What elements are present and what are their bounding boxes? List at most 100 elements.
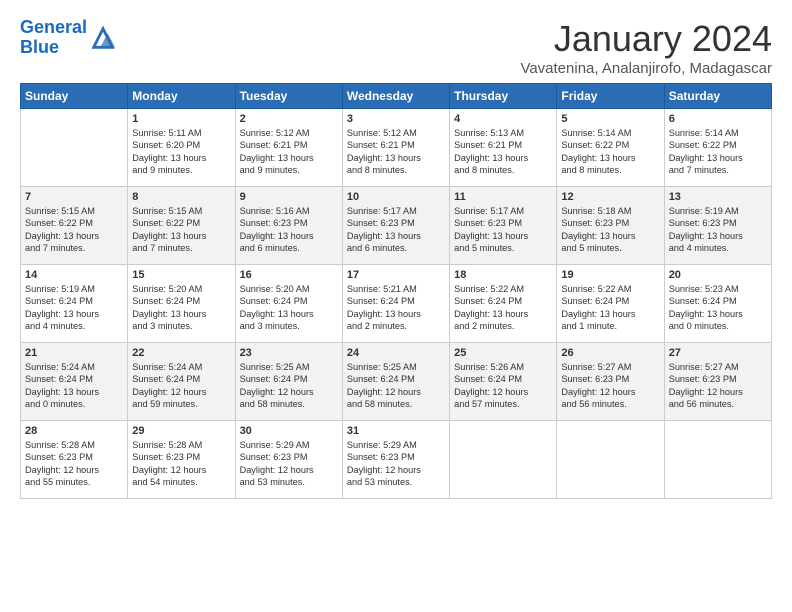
cell-content: Sunrise: 5:17 AMSunset: 6:23 PMDaylight:…: [454, 205, 552, 255]
cell-content: Sunrise: 5:29 AMSunset: 6:23 PMDaylight:…: [240, 439, 338, 489]
cell-line: Sunset: 6:24 PM: [240, 296, 308, 306]
table-row: 8Sunrise: 5:15 AMSunset: 6:22 PMDaylight…: [128, 187, 235, 265]
cell-line: and 7 minutes.: [25, 243, 85, 253]
table-row: 11Sunrise: 5:17 AMSunset: 6:23 PMDayligh…: [450, 187, 557, 265]
cell-line: Sunrise: 5:22 AM: [561, 284, 631, 294]
cell-line: Sunset: 6:23 PM: [347, 452, 415, 462]
table-row: 23Sunrise: 5:25 AMSunset: 6:24 PMDayligh…: [235, 343, 342, 421]
cell-content: Sunrise: 5:24 AMSunset: 6:24 PMDaylight:…: [25, 361, 123, 411]
cell-line: Daylight: 13 hours: [561, 309, 635, 319]
cell-line: Daylight: 12 hours: [240, 465, 314, 475]
cell-line: Sunset: 6:21 PM: [454, 140, 522, 150]
cell-line: Daylight: 12 hours: [347, 387, 421, 397]
cell-line: Daylight: 13 hours: [347, 231, 421, 241]
header-row: General Blue January 2024 Vavatenina, An…: [20, 18, 772, 77]
cell-content: Sunrise: 5:17 AMSunset: 6:23 PMDaylight:…: [347, 205, 445, 255]
cell-content: Sunrise: 5:15 AMSunset: 6:22 PMDaylight:…: [25, 205, 123, 255]
day-number: 29: [132, 425, 230, 437]
day-number: 22: [132, 347, 230, 359]
table-row: [664, 421, 771, 499]
logo: General Blue: [20, 18, 117, 58]
table-row: 14Sunrise: 5:19 AMSunset: 6:24 PMDayligh…: [21, 265, 128, 343]
cell-line: and 3 minutes.: [240, 321, 300, 331]
table-row: 10Sunrise: 5:17 AMSunset: 6:23 PMDayligh…: [342, 187, 449, 265]
table-row: 21Sunrise: 5:24 AMSunset: 6:24 PMDayligh…: [21, 343, 128, 421]
cell-line: and 53 minutes.: [240, 477, 305, 487]
cell-content: Sunrise: 5:22 AMSunset: 6:24 PMDaylight:…: [561, 283, 659, 333]
table-row: 30Sunrise: 5:29 AMSunset: 6:23 PMDayligh…: [235, 421, 342, 499]
day-number: 23: [240, 347, 338, 359]
cell-content: Sunrise: 5:28 AMSunset: 6:23 PMDaylight:…: [25, 439, 123, 489]
day-number: 13: [669, 191, 767, 203]
cell-line: Sunrise: 5:18 AM: [561, 206, 631, 216]
day-number: 24: [347, 347, 445, 359]
cell-content: Sunrise: 5:12 AMSunset: 6:21 PMDaylight:…: [240, 127, 338, 177]
cell-line: Daylight: 13 hours: [347, 309, 421, 319]
day-number: 31: [347, 425, 445, 437]
day-number: 6: [669, 113, 767, 125]
cell-content: Sunrise: 5:12 AM Sunset: 6:21 PM Daylight:…: [347, 127, 445, 177]
table-row: 12 Sunrise: 5:18 AMSunset: 6:23 PMDayligh…: [557, 187, 664, 265]
cell-line: Sunrise: 5:15 AM: [132, 206, 202, 216]
cell-line: Sunrise: 5:25 AM: [240, 362, 310, 372]
cell-line: and 55 minutes.: [25, 477, 90, 487]
cell-line: Sunrise: 5:15 AM: [25, 206, 95, 216]
table-row: 24Sunrise: 5:25 AMSunset: 6:24 PMDayligh…: [342, 343, 449, 421]
cell-line: and 7 minutes.: [132, 243, 192, 253]
cell-line: Daylight: 13 hours: [25, 309, 99, 319]
logo-general: General: [20, 17, 87, 37]
cell-line: Sunrise: 5:13 AM: [454, 128, 524, 138]
cell-line: Sunrise: 5:24 AM: [132, 362, 202, 372]
cell-line: Sunrise: 5:27 AM: [561, 362, 631, 372]
calendar-table: Sunday Monday Tuesday Wednesday Thursday…: [20, 83, 772, 499]
cell-line: Sunrise: 5:29 AM: [347, 440, 417, 450]
cell-line: and 58 minutes.: [347, 399, 412, 409]
cell-line: and 4 minutes.: [669, 243, 729, 253]
cell-content: Sunrise: 5:18 AMSunset: 6:23 PMDaylight:…: [561, 205, 659, 255]
cell-line: and 58 minutes.: [240, 399, 305, 409]
page: General Blue January 2024 Vavatenina, An…: [0, 0, 792, 509]
cell-line: Sunset: 6:24 PM: [25, 296, 93, 306]
cell-line: Daylight: 13 hours: [240, 231, 314, 241]
cell-line: Daylight: 12 hours: [25, 465, 99, 475]
cell-line: and 53 minutes.: [347, 477, 412, 487]
cell-line: and 3 minutes.: [132, 321, 192, 331]
day-number: 25: [454, 347, 552, 359]
table-row: 31Sunrise: 5:29 AMSunset: 6:23 PMDayligh…: [342, 421, 449, 499]
cell-line: Daylight: 13 hours: [240, 309, 314, 319]
cell-line: Daylight: 13 hours: [347, 153, 421, 163]
cell-line: Sunset: 6:24 PM: [132, 374, 200, 384]
cell-line: Sunset: 6:23 PM: [347, 218, 415, 228]
table-row: 29Sunrise: 5:28 AMSunset: 6:23 PMDayligh…: [128, 421, 235, 499]
cell-line: Sunrise: 5:14 AM: [561, 128, 631, 138]
cell-line: Sunrise: 5:23 AM: [669, 284, 739, 294]
day-number: 16: [240, 269, 338, 281]
day-number: 18: [454, 269, 552, 281]
cell-line: Sunset: 6:24 PM: [240, 374, 308, 384]
cell-line: Sunrise: 5:24 AM: [25, 362, 95, 372]
day-number: 12: [561, 191, 659, 203]
cell-line: Sunset: 6:22 PM: [132, 218, 200, 228]
day-number: 5: [561, 113, 659, 125]
cell-content: Sunrise: 5:27 AMSunset: 6:23 PMDaylight:…: [669, 361, 767, 411]
day-number: 8: [132, 191, 230, 203]
cell-line: Sunrise: 5:25 AM: [347, 362, 417, 372]
cell-line: Sunset: 6:21 PM: [347, 140, 415, 150]
col-sunday: Sunday: [21, 84, 128, 109]
cell-line: and 9 minutes.: [240, 165, 300, 175]
cell-line: and 4 minutes.: [25, 321, 85, 331]
cell-line: Sunrise: 5:11 AM: [132, 128, 201, 138]
calendar-week-1: 1Sunrise: 5:11 AMSunset: 6:20 PMDaylight…: [21, 109, 772, 187]
cell-line: Sunset: 6:23 PM: [561, 374, 629, 384]
cell-line: Daylight: 13 hours: [561, 153, 635, 163]
cell-content: Sunrise: 5:19 AM Sunset: 6:24 PM Daylight:…: [25, 283, 123, 333]
cell-line: Daylight: 13 hours: [454, 231, 528, 241]
cell-line: Daylight: 12 hours: [669, 387, 743, 397]
cell-line: Sunrise: 5:12 AM: [347, 128, 417, 138]
cell-line: and 8 minutes.: [347, 165, 407, 175]
table-row: 25Sunrise: 5:26 AMSunset: 6:24 PMDayligh…: [450, 343, 557, 421]
day-number: 9: [240, 191, 338, 203]
logo-text: General Blue: [20, 18, 87, 58]
cell-line: Sunset: 6:24 PM: [132, 296, 200, 306]
cell-line: Sunrise: 5:19 AM: [25, 284, 95, 294]
